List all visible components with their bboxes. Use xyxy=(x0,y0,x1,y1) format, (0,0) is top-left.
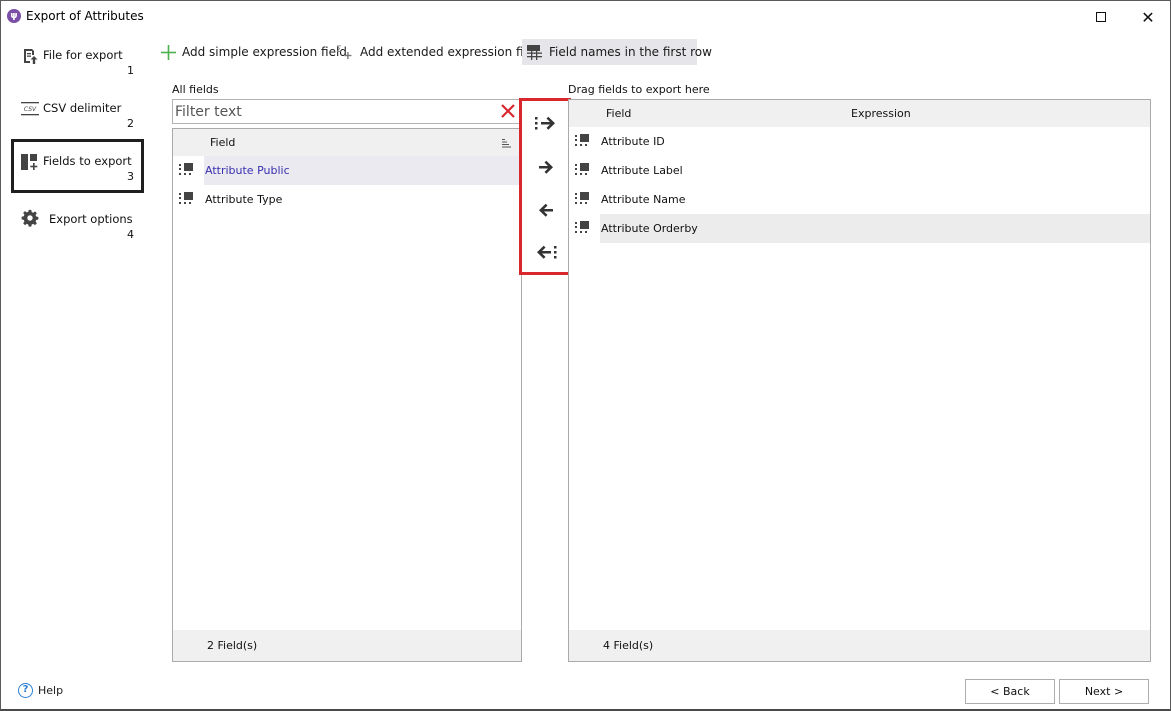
nav-label: CSV delimiter xyxy=(43,101,122,115)
all-fields-grid: Field Attribute Public Attribute Type 2 … xyxy=(172,128,522,662)
drag-handle-icon[interactable] xyxy=(575,221,591,235)
app-logo-icon: ψ xyxy=(7,9,21,23)
back-button[interactable]: < Back xyxy=(965,679,1055,704)
nav-step-number: 1 xyxy=(127,64,134,77)
export-fields-row[interactable]: Attribute Name xyxy=(569,185,1150,214)
all-fields-row[interactable]: Attribute Type xyxy=(173,185,521,214)
move-left-button[interactable] xyxy=(532,196,560,224)
field-name-cell: Attribute Label xyxy=(601,164,683,177)
export-fields-row[interactable]: Attribute Orderby xyxy=(569,214,1150,243)
drag-handle-icon[interactable] xyxy=(575,192,591,206)
sort-icon[interactable] xyxy=(502,138,511,151)
move-all-left-icon xyxy=(537,245,557,259)
move-all-right-button[interactable] xyxy=(532,109,560,137)
all-fields-row[interactable]: Attribute Public xyxy=(173,156,521,185)
field-name-cell: Attribute Orderby xyxy=(600,214,1150,243)
move-all-right-icon xyxy=(535,116,555,130)
plus-icon xyxy=(161,44,176,60)
file-upload-icon xyxy=(21,47,39,65)
move-buttons-group xyxy=(519,98,571,275)
fields-add-icon xyxy=(21,153,39,171)
gear-icon xyxy=(21,209,39,227)
sigma-plus-icon: Σ xyxy=(336,44,354,60)
export-fields-grid-header: Field Expression xyxy=(569,100,1150,127)
field-name-cell: Attribute Public xyxy=(204,156,521,185)
clear-filter-icon[interactable] xyxy=(499,102,517,120)
add-simple-expression-label: Add simple expression field xyxy=(182,45,347,59)
maximize-button[interactable] xyxy=(1089,7,1113,27)
nav-item-file-for-export[interactable]: File for export 1 xyxy=(11,33,144,87)
next-button[interactable]: Next > xyxy=(1059,679,1149,704)
table-header-icon xyxy=(526,44,543,60)
field-name-cell: Attribute Type xyxy=(205,193,283,206)
all-fields-footer: 2 Field(s) xyxy=(173,630,521,661)
maximize-icon xyxy=(1096,12,1106,22)
all-fields-grid-header: Field xyxy=(173,129,521,156)
filter-input[interactable] xyxy=(173,100,493,123)
window-title: Export of Attributes xyxy=(26,9,144,23)
field-name-cell: Attribute Name xyxy=(601,193,686,206)
csv-icon: CSV xyxy=(21,100,39,118)
close-icon: ✕ xyxy=(1141,7,1155,27)
field-names-first-row-toggle[interactable]: Field names in the first row xyxy=(522,39,712,65)
move-all-left-button[interactable] xyxy=(532,238,560,266)
nav-label: File for export xyxy=(43,48,123,62)
field-names-first-row-label: Field names in the first row xyxy=(549,45,712,59)
field-name-cell: Attribute ID xyxy=(601,135,665,148)
nav-item-export-options[interactable]: Export options 4 xyxy=(11,192,144,246)
add-simple-expression-button[interactable]: Add simple expression field xyxy=(157,39,351,65)
drag-handle-icon[interactable] xyxy=(179,163,195,177)
nav-step-number: 3 xyxy=(127,170,134,183)
help-link[interactable]: ? Help xyxy=(18,683,63,698)
column-header-field[interactable]: Field xyxy=(210,136,235,149)
nav-item-fields-to-export[interactable]: Fields to export 3 xyxy=(11,139,144,193)
arrow-right-icon xyxy=(539,160,553,174)
arrow-left-icon xyxy=(539,203,553,217)
help-label: Help xyxy=(38,684,64,697)
drag-handle-icon[interactable] xyxy=(575,134,591,148)
add-extended-expression-label: Add extended expression field xyxy=(360,45,542,59)
move-right-button[interactable] xyxy=(532,153,560,181)
export-dialog: ψ Export of Attributes ✕ File for export… xyxy=(0,0,1171,711)
all-fields-label: All fields xyxy=(172,83,219,96)
nav-item-csv-delimiter[interactable]: CSV CSV delimiter 2 xyxy=(11,86,144,140)
nav-label: Fields to export xyxy=(43,154,132,168)
title-bar: ψ Export of Attributes ✕ xyxy=(1,1,1170,31)
drag-handle-icon[interactable] xyxy=(575,163,591,177)
nav-step-number: 4 xyxy=(127,228,134,241)
filter-field xyxy=(172,99,521,124)
svg-text:Σ: Σ xyxy=(336,45,342,55)
nav-step-number: 2 xyxy=(127,117,134,130)
drag-handle-icon[interactable] xyxy=(179,192,195,206)
close-button[interactable]: ✕ xyxy=(1136,7,1160,27)
export-fields-footer: 4 Field(s) xyxy=(569,630,1150,661)
help-icon: ? xyxy=(18,683,33,698)
export-fields-row[interactable]: Attribute ID xyxy=(569,127,1150,156)
column-header-field[interactable]: Field xyxy=(606,107,631,120)
export-fields-label: Drag fields to export here xyxy=(568,83,710,96)
nav-label: Export options xyxy=(49,212,133,226)
export-fields-row[interactable]: Attribute Label xyxy=(569,156,1150,185)
all-fields-count: 2 Field(s) xyxy=(207,639,258,652)
svg-text:CSV: CSV xyxy=(24,106,37,113)
export-fields-grid[interactable]: Field Expression Attribute ID Attribute … xyxy=(568,99,1151,662)
export-fields-count: 4 Field(s) xyxy=(603,639,654,652)
add-extended-expression-button[interactable]: Σ Add extended expression field xyxy=(332,39,546,65)
column-header-expression[interactable]: Expression xyxy=(851,107,911,120)
